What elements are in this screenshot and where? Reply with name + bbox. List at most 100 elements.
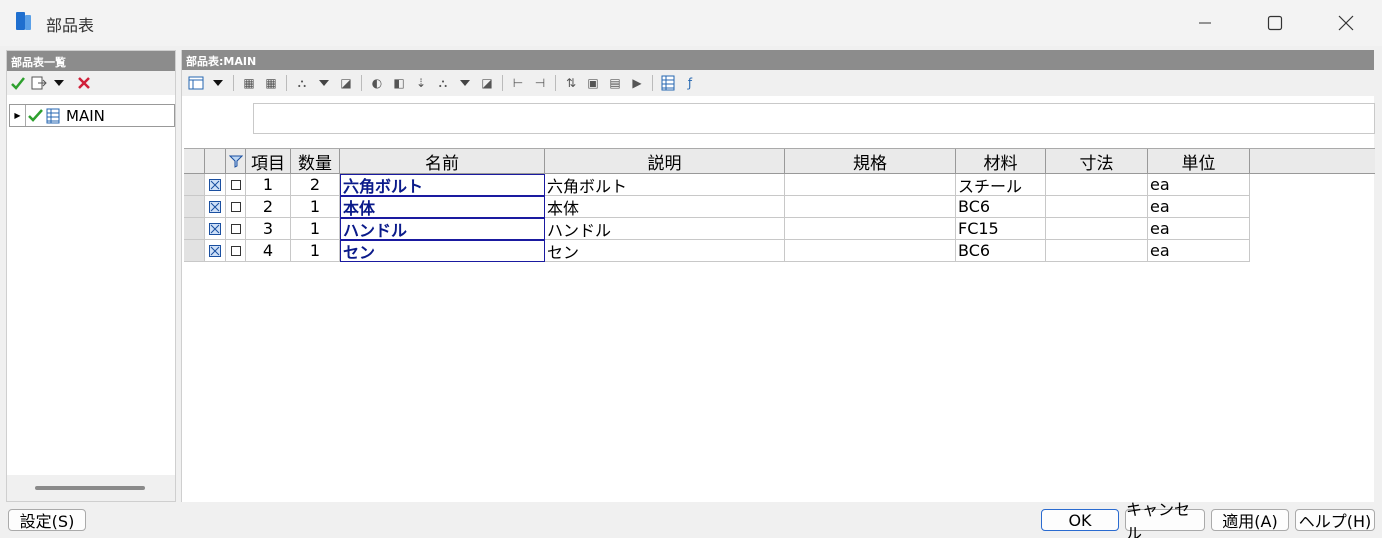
cell-unit[interactable]: ea xyxy=(1148,218,1250,240)
row-state-cell[interactable] xyxy=(205,240,226,262)
export-table-icon[interactable]: ▶ xyxy=(627,73,647,93)
maximize-button[interactable] xyxy=(1240,0,1310,46)
dropdown-arrow-icon[interactable] xyxy=(53,77,65,89)
scrollbar-thumb[interactable] xyxy=(35,486,145,490)
expand-arrow-icon[interactable]: ▶ xyxy=(10,105,26,126)
table-row[interactable]: 1 2 六角ボルト 六角ボルト スチール ea xyxy=(184,174,1375,196)
row-header[interactable] xyxy=(184,174,205,196)
minimize-button[interactable] xyxy=(1170,0,1240,46)
cell-unit[interactable]: ea xyxy=(1148,174,1250,196)
table-settings-icon[interactable] xyxy=(658,73,678,93)
cell-material[interactable]: FC15 xyxy=(956,218,1046,240)
sort-icon[interactable]: ⇣ xyxy=(411,73,431,93)
row-checkbox[interactable] xyxy=(226,240,246,262)
cell-dimension[interactable] xyxy=(1046,218,1148,240)
collapse-tree-icon[interactable]: ⊣ xyxy=(530,73,550,93)
structure-icon[interactable]: ⛬ xyxy=(433,73,453,93)
apply-button[interactable]: 適用(A) xyxy=(1211,509,1289,531)
checkbox[interactable] xyxy=(230,201,241,212)
split-rows-icon[interactable]: ▦ xyxy=(261,73,281,93)
cell-spec[interactable] xyxy=(785,174,956,196)
column-header-spec[interactable]: 規格 xyxy=(785,149,956,174)
dropdown-arrow-icon[interactable] xyxy=(314,73,334,93)
cell-description[interactable]: 六角ボルト xyxy=(545,174,785,196)
cell-qty[interactable]: 2 xyxy=(291,174,340,196)
row-header[interactable] xyxy=(184,196,205,218)
row-state-cell[interactable] xyxy=(205,174,226,196)
cell-unit[interactable]: ea xyxy=(1148,240,1250,262)
cell-spec[interactable] xyxy=(785,218,956,240)
cell-dimension[interactable] xyxy=(1046,196,1148,218)
view-layout-icon[interactable] xyxy=(186,73,206,93)
row-header[interactable] xyxy=(184,240,205,262)
row-state-cell[interactable] xyxy=(205,196,226,218)
close-button[interactable] xyxy=(1311,0,1381,46)
cell-qty[interactable]: 1 xyxy=(291,218,340,240)
delete-icon[interactable] xyxy=(77,76,91,90)
tree-item-main[interactable]: ▶ MAIN xyxy=(9,104,175,127)
column-header-description[interactable]: 説明 xyxy=(545,149,785,174)
checkbox[interactable] xyxy=(230,245,241,256)
cell-item[interactable]: 4 xyxy=(246,240,291,262)
remove-row-icon[interactable]: ◪ xyxy=(336,73,356,93)
cell-name[interactable]: 本体 xyxy=(340,196,545,218)
column-header-qty[interactable]: 数量 xyxy=(291,149,340,174)
cell-material[interactable]: スチール xyxy=(956,174,1046,196)
check-icon[interactable] xyxy=(11,76,25,90)
copy-icon[interactable]: ▣ xyxy=(583,73,603,93)
column-header-material[interactable]: 材料 xyxy=(956,149,1046,174)
checkbox[interactable] xyxy=(230,223,241,234)
cell-name[interactable]: ハンドル xyxy=(340,218,545,240)
row-checkbox[interactable] xyxy=(226,174,246,196)
expand-tree-icon[interactable]: ⊢ xyxy=(508,73,528,93)
clear-icon[interactable]: ▤ xyxy=(605,73,625,93)
table-row[interactable]: 3 1 ハンドル ハンドル FC15 ea xyxy=(184,218,1375,240)
formula-icon[interactable]: ƒ xyxy=(680,73,700,93)
cell-unit[interactable]: ea xyxy=(1148,196,1250,218)
hierarchy-icon[interactable]: ⛬ xyxy=(292,73,312,93)
cancel-button[interactable]: キャンセル xyxy=(1125,500,1205,538)
row-state-cell[interactable] xyxy=(205,218,226,240)
checkbox[interactable] xyxy=(230,179,241,190)
help-button[interactable]: ヘルプ(H) xyxy=(1295,509,1375,531)
comment-icon[interactable]: ◧ xyxy=(389,73,409,93)
column-header-unit[interactable]: 単位 xyxy=(1148,149,1250,174)
row-header[interactable] xyxy=(184,218,205,240)
cell-qty[interactable]: 1 xyxy=(291,196,340,218)
horizontal-scrollbar[interactable] xyxy=(7,475,175,501)
row-checkbox[interactable] xyxy=(226,196,246,218)
cell-item[interactable]: 3 xyxy=(246,218,291,240)
cell-description[interactable]: 本体 xyxy=(545,196,785,218)
cell-item[interactable]: 1 xyxy=(246,174,291,196)
ok-button[interactable]: OK xyxy=(1041,509,1119,531)
table-row[interactable]: 2 1 本体 本体 BC6 ea xyxy=(184,196,1375,218)
cell-dimension[interactable] xyxy=(1046,240,1148,262)
cell-material[interactable]: BC6 xyxy=(956,196,1046,218)
row-checkbox[interactable] xyxy=(226,218,246,240)
cell-name[interactable]: 六角ボルト xyxy=(340,174,545,196)
filter-column-header[interactable] xyxy=(226,149,246,173)
dropdown-arrow-icon[interactable] xyxy=(455,73,475,93)
renumber-icon[interactable]: ⇅ xyxy=(561,73,581,93)
export-icon[interactable] xyxy=(31,75,47,91)
column-header-name[interactable]: 名前 xyxy=(340,149,545,174)
filter-icon[interactable] xyxy=(228,154,243,168)
delete-structure-icon[interactable]: ◪ xyxy=(477,73,497,93)
cell-spec[interactable] xyxy=(785,240,956,262)
column-header-item[interactable]: 項目 xyxy=(246,149,291,174)
cell-description[interactable]: セン xyxy=(545,240,785,262)
settings-button[interactable]: 設定(S) xyxy=(8,509,86,531)
cell-description[interactable]: ハンドル xyxy=(545,218,785,240)
cell-material[interactable]: BC6 xyxy=(956,240,1046,262)
cell-edit-field[interactable] xyxy=(253,103,1375,134)
table-row[interactable]: 4 1 セン セン BC6 ea xyxy=(184,240,1375,262)
cell-name[interactable]: セン xyxy=(340,240,545,262)
cell-qty[interactable]: 1 xyxy=(291,240,340,262)
balloon-icon[interactable]: ◐ xyxy=(367,73,387,93)
cell-item[interactable]: 2 xyxy=(246,196,291,218)
column-header-dimension[interactable]: 寸法 xyxy=(1046,149,1148,174)
merge-rows-icon[interactable]: ▦ xyxy=(239,73,259,93)
cell-dimension[interactable] xyxy=(1046,174,1148,196)
cell-spec[interactable] xyxy=(785,196,956,218)
dropdown-arrow-icon[interactable] xyxy=(208,73,228,93)
